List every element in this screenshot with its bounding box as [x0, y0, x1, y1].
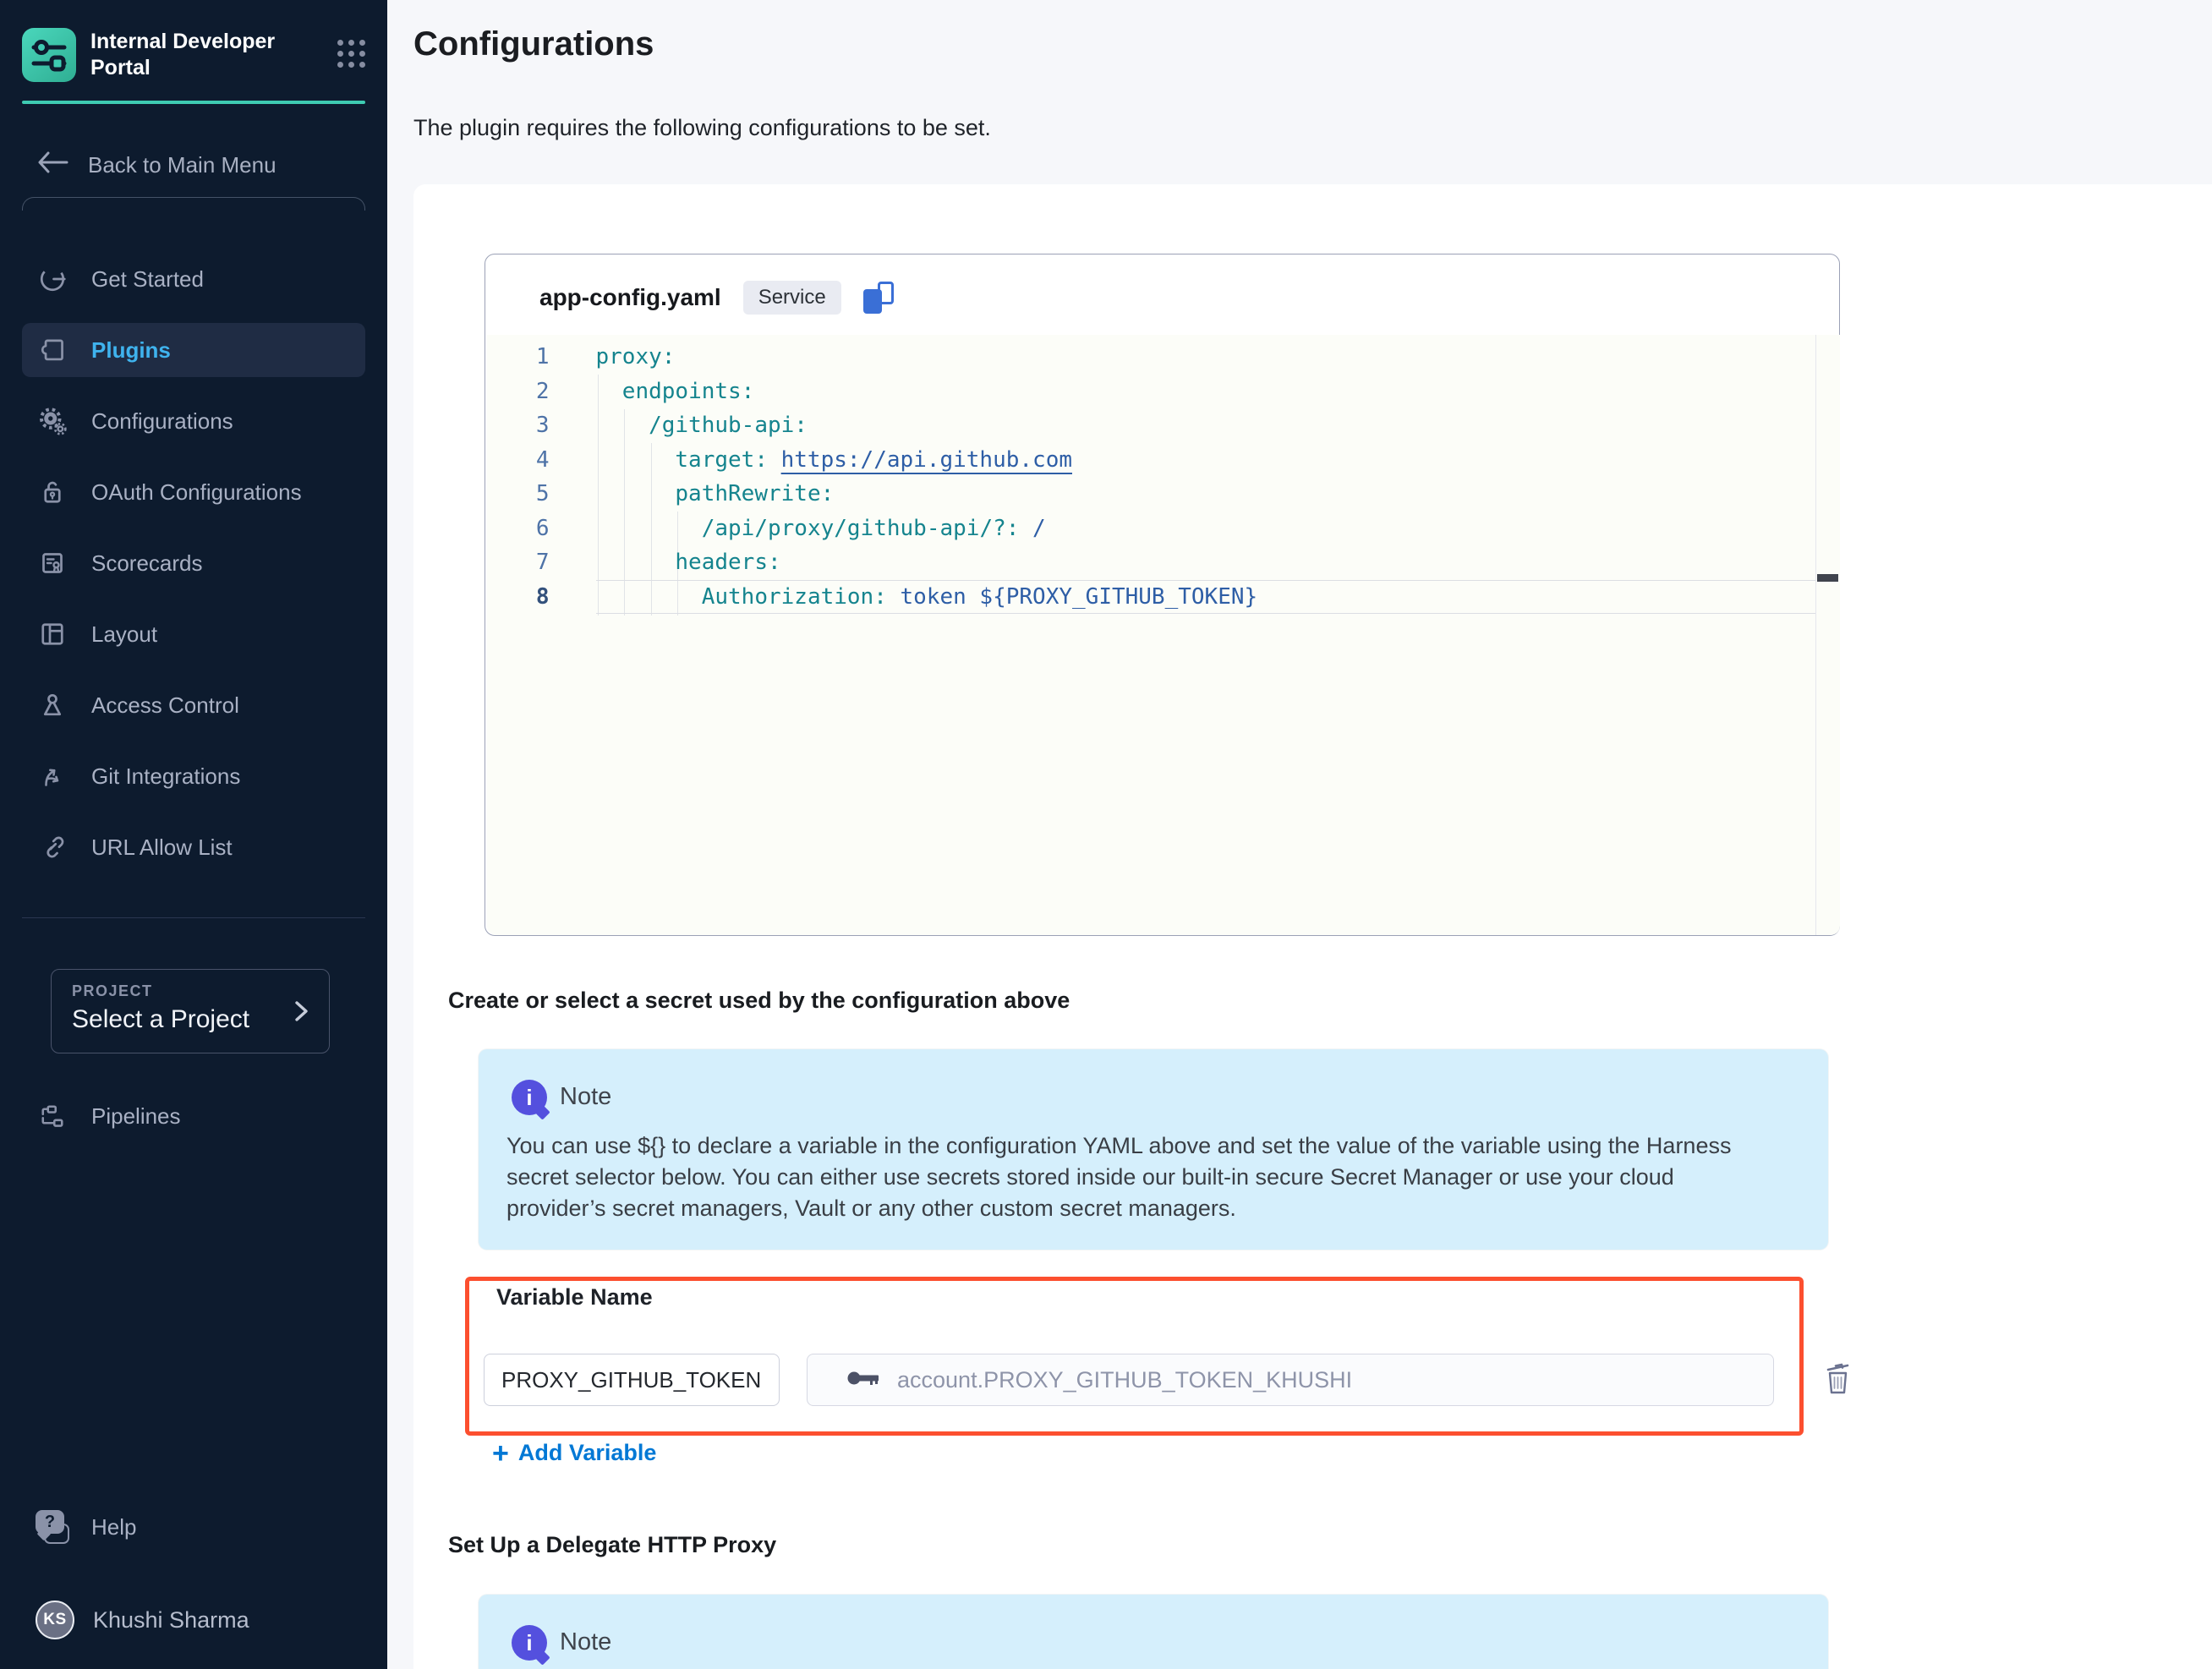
note-title: Note [560, 1628, 611, 1656]
note-box: i Note You can use ${} to declare a vari… [479, 1049, 1828, 1250]
scorecard-icon [36, 546, 69, 580]
sidebar-divider [22, 917, 365, 918]
info-icon: i [512, 1080, 547, 1115]
code-line[interactable]: 1 proxy: [487, 340, 1840, 375]
avatar: KS [36, 1601, 74, 1639]
add-variable-button[interactable]: + Add Variable [492, 1440, 656, 1466]
editor-header: app-config.yaml Service [539, 278, 894, 317]
help-chat-icon: ? [36, 1510, 69, 1544]
sidebar-item-configurations[interactable]: Configurations [22, 394, 365, 448]
sidebar-item-oauth-configurations[interactable]: OAuth Configurations [22, 465, 365, 519]
code-line[interactable]: 5 pathRewrite: [487, 477, 1840, 512]
line-number: 2 [487, 379, 580, 404]
accent-divider [22, 101, 365, 104]
app-title: Internal Developer Portal [90, 28, 287, 81]
help-nav: ? Help [22, 1500, 365, 1554]
sidebar-header: Internal Developer Portal [22, 28, 365, 82]
app-window: Internal Developer Portal Back to Main M… [0, 0, 2212, 1669]
line-number: 7 [487, 550, 580, 575]
code-line[interactable]: 4 target:https://api.github.com [487, 443, 1840, 478]
copy-icon[interactable] [863, 282, 894, 314]
get-started-icon [36, 262, 69, 296]
sidebar-item-layout[interactable]: Layout [22, 607, 365, 661]
sidebar-item-access-control[interactable]: Access Control [22, 678, 365, 732]
secret-value: account.PROXY_GITHUB_TOKEN_KHUSHI [897, 1367, 1352, 1393]
app-grid-icon[interactable] [337, 40, 365, 68]
pipelines-nav: Pipelines [22, 1089, 365, 1143]
sidebar-item-get-started[interactable]: Get Started [22, 252, 365, 306]
secret-section-heading: Create or select a secret used by the co… [448, 988, 1070, 1014]
sidebar-footer: ? Help KS Khushi Sharma [0, 1500, 387, 1669]
service-badge: Service [743, 281, 841, 315]
layout-icon [36, 617, 69, 651]
page-title: Configurations [413, 25, 654, 63]
info-icon: i [512, 1625, 547, 1661]
line-number: 4 [487, 447, 580, 473]
sidebar-item-git-integrations[interactable]: Git Integrations [22, 749, 365, 803]
git-branch-icon [36, 759, 69, 793]
sidebar-item-url-allow-list[interactable]: URL Allow List [22, 820, 365, 874]
sidebar-item-pipelines[interactable]: Pipelines [22, 1089, 365, 1143]
project-label: PROJECT [72, 982, 310, 1000]
idp-logo-icon [22, 28, 76, 82]
filename: app-config.yaml [539, 284, 721, 311]
code-line[interactable]: 2 endpoints: [487, 375, 1840, 409]
note-title: Note [560, 1083, 611, 1111]
code-line[interactable]: 7 headers: [487, 545, 1840, 580]
project-selector[interactable]: PROJECT Select a Project [51, 969, 330, 1053]
project-value: Select a Project [72, 1005, 310, 1034]
secret-selector[interactable]: account.PROXY_GITHUB_TOKEN_KHUSHI [807, 1354, 1774, 1406]
person-icon [36, 688, 69, 722]
line-number: 5 [487, 481, 580, 506]
user-name: Khushi Sharma [93, 1607, 249, 1633]
sidebar-item-scorecards[interactable]: Scorecards [22, 536, 365, 590]
back-label: Back to Main Menu [88, 152, 276, 178]
code-editor[interactable]: 1 proxy: 2 endpoints: 3 /github-api: 4 t… [487, 335, 1840, 935]
sidebar-nav: Get Started Plugins Configurations OAuth… [22, 252, 365, 874]
nav-scroll-outline [22, 197, 365, 211]
plugins-icon [36, 333, 69, 367]
code-line-active[interactable]: 8 Authorization:token ${PROXY_GITHUB_TOK… [487, 580, 1840, 615]
plus-icon: + [492, 1441, 509, 1466]
note-body: You can use ${} to declare a variable in… [506, 1130, 1754, 1224]
variable-name-label: Variable Name [496, 1284, 653, 1311]
delete-variable-button[interactable] [1820, 1358, 1857, 1398]
back-arrow-icon [37, 151, 69, 179]
sidebar-item-help[interactable]: ? Help [22, 1500, 365, 1554]
user-menu[interactable]: KS Khushi Sharma [22, 1593, 365, 1647]
line-number: 6 [487, 516, 580, 541]
lock-icon [36, 475, 69, 509]
sidebar-item-plugins[interactable]: Plugins [22, 323, 365, 377]
code-line[interactable]: 3 /github-api: [487, 408, 1840, 443]
yaml-editor-card: app-config.yaml Service 1 proxy: 2 endpo… [485, 254, 1840, 936]
line-number: 3 [487, 413, 580, 438]
variable-name-input[interactable] [484, 1354, 780, 1406]
main-content: Configurations The plugin requires the f… [387, 0, 2212, 1669]
code-line[interactable]: 6 /api/proxy/github-api/?:/ [487, 512, 1840, 546]
sidebar: Internal Developer Portal Back to Main M… [0, 0, 387, 1669]
line-number: 1 [487, 344, 580, 369]
line-number: 8 [487, 584, 580, 610]
chevron-right-icon [290, 999, 312, 1028]
proxy-section-heading: Set Up a Delegate HTTP Proxy [448, 1532, 776, 1558]
back-to-main-menu[interactable]: Back to Main Menu [0, 148, 387, 182]
key-icon [846, 1368, 882, 1393]
configurations-icon [36, 404, 69, 438]
page-subtitle: The plugin requires the following config… [413, 115, 991, 141]
note-box: i Note [479, 1595, 1828, 1669]
github-api-link: https://api.github.com [781, 447, 1072, 473]
link-icon [36, 830, 69, 864]
pipelines-icon [36, 1099, 69, 1133]
